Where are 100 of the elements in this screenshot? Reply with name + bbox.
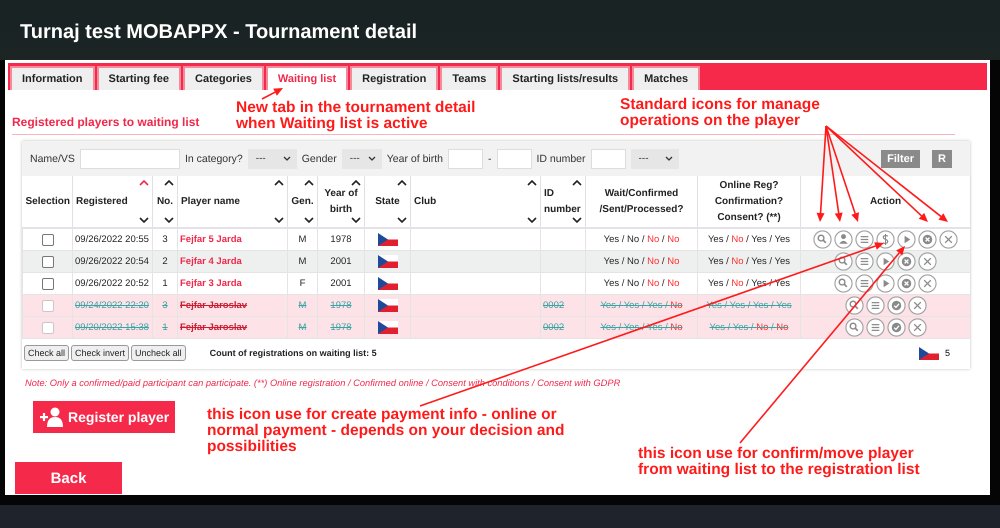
- input-field[interactable]: [590, 148, 626, 168]
- sort-up-icon[interactable]: [397, 180, 407, 186]
- input-field[interactable]: [448, 148, 483, 168]
- input-field[interactable]: [80, 148, 180, 168]
- table-cell: M: [288, 316, 318, 338]
- close-icon[interactable]: [908, 318, 926, 337]
- tab[interactable]: Starting fee: [96, 66, 182, 90]
- column-header[interactable]: Player name: [181, 194, 240, 210]
- sort-up-icon[interactable]: [572, 180, 582, 186]
- table-cell: 1: [152, 316, 178, 338]
- filter-label: ID number: [536, 152, 586, 164]
- column-header[interactable]: ID number: [544, 186, 582, 218]
- table-cell: 2: [152, 250, 178, 272]
- selection-button[interactable]: Check all: [24, 345, 70, 361]
- filter-label: In category?: [184, 152, 243, 164]
- back-button[interactable]: Back: [15, 462, 122, 494]
- column-header[interactable]: State: [375, 194, 400, 210]
- search-icon[interactable]: [844, 318, 864, 337]
- tab[interactable]: Categories: [183, 66, 264, 90]
- close-icon[interactable]: [918, 252, 937, 271]
- play-icon[interactable]: [876, 252, 895, 271]
- column-header[interactable]: Year of birth: [321, 186, 361, 218]
- dropdown[interactable]: ---: [630, 148, 679, 168]
- list-icon[interactable]: [855, 252, 874, 271]
- check-icon[interactable]: [886, 318, 906, 337]
- sort-down-icon[interactable]: [572, 217, 582, 223]
- filter-label: Year of birth: [386, 152, 443, 164]
- sort-up-icon[interactable]: [164, 180, 174, 186]
- column-header: Action: [870, 194, 902, 208]
- table-cell: Yes / Yes / No / No: [698, 316, 800, 338]
- play-icon[interactable]: [897, 230, 916, 249]
- table-cell: 09/24/2022 22:20: [72, 294, 152, 316]
- tab[interactable]: Starting lists/results: [500, 66, 630, 90]
- search-icon[interactable]: [834, 274, 853, 293]
- flag-icon: [378, 299, 398, 312]
- dropdown[interactable]: ---: [342, 148, 382, 168]
- close-icon[interactable]: [908, 296, 926, 315]
- list-icon[interactable]: [866, 296, 884, 315]
- tab[interactable]: Registration: [350, 66, 438, 90]
- add-person-icon: [39, 406, 65, 428]
- search-icon[interactable]: [844, 296, 864, 315]
- search-icon[interactable]: [813, 230, 832, 249]
- sort-down-icon[interactable]: [139, 217, 149, 223]
- registration-count: Count of registrations on waiting list: 5: [210, 348, 377, 358]
- play-icon[interactable]: [876, 274, 895, 293]
- annotation-text: New tab in the tournament detail when Waiting list is active: [236, 100, 476, 132]
- flag-icon: [918, 346, 939, 360]
- list-icon[interactable]: [855, 274, 874, 293]
- sort-down-icon[interactable]: [397, 217, 407, 223]
- close-icon[interactable]: [918, 274, 937, 293]
- flag-icon: [378, 255, 398, 268]
- checkbox[interactable]: [42, 278, 54, 290]
- selection-button[interactable]: Check invert: [71, 345, 130, 361]
- sort-up-icon[interactable]: [304, 180, 314, 186]
- dropdown[interactable]: ---: [248, 148, 297, 168]
- sort-down-icon[interactable]: [274, 217, 284, 223]
- close-icon[interactable]: [939, 230, 958, 249]
- flag-icon: [378, 277, 398, 290]
- x-circle-icon[interactable]: [897, 274, 916, 293]
- tab[interactable]: Information: [10, 66, 94, 90]
- column-header[interactable]: Registered: [76, 194, 128, 210]
- flag-icon: [378, 321, 398, 334]
- table-cell: 09/20/2022 15:38: [72, 316, 152, 338]
- arrow: [262, 88, 283, 100]
- checkbox[interactable]: [42, 234, 54, 246]
- table-cell: 09/26/2022 20:54: [72, 250, 152, 272]
- check-icon[interactable]: [886, 296, 906, 315]
- sort-down-icon[interactable]: [164, 217, 174, 223]
- state-count: 5: [944, 348, 950, 358]
- tab[interactable]: Matches: [632, 66, 700, 90]
- column-header[interactable]: Gen.: [291, 194, 314, 210]
- annotation-text: this icon use for confirm/move player from waiting list to the registration list: [638, 446, 920, 478]
- table-cell: Yes / Yes / Yes / No: [586, 294, 698, 316]
- selection-button[interactable]: Uncheck all: [131, 345, 186, 361]
- table-cell: 1978: [318, 316, 364, 338]
- checkbox[interactable]: [42, 322, 54, 334]
- checkbox[interactable]: [42, 256, 54, 268]
- column-header[interactable]: No.: [156, 194, 174, 210]
- list-icon[interactable]: [855, 230, 874, 249]
- register-player-button[interactable]: Register player: [33, 401, 176, 433]
- sort-down-icon[interactable]: [527, 217, 537, 223]
- sort-down-icon[interactable]: [351, 217, 361, 223]
- filter-label: Name/VS: [30, 152, 75, 164]
- input-field[interactable]: [496, 148, 532, 168]
- sort-up-icon[interactable]: [351, 180, 361, 186]
- checkbox[interactable]: [42, 300, 54, 312]
- sort-up-icon[interactable]: [274, 180, 284, 186]
- x-circle-icon[interactable]: [897, 252, 916, 271]
- person-icon[interactable]: [834, 230, 853, 249]
- sort-down-icon[interactable]: [304, 217, 314, 223]
- annotation-text: this icon use for create payment info - online or normal payment - depends on your decision and possibilities: [207, 407, 564, 455]
- search-icon[interactable]: [834, 252, 853, 271]
- tab[interactable]: Teams: [440, 66, 498, 90]
- column-header[interactable]: Club: [414, 194, 436, 210]
- x-circle-icon[interactable]: [918, 230, 937, 249]
- sort-up-icon[interactable]: [527, 180, 537, 186]
- table-cell: M: [288, 250, 318, 272]
- list-icon[interactable]: [866, 318, 884, 337]
- tab[interactable]: Waiting list: [266, 66, 348, 90]
- table-cell: 1978: [318, 294, 364, 316]
